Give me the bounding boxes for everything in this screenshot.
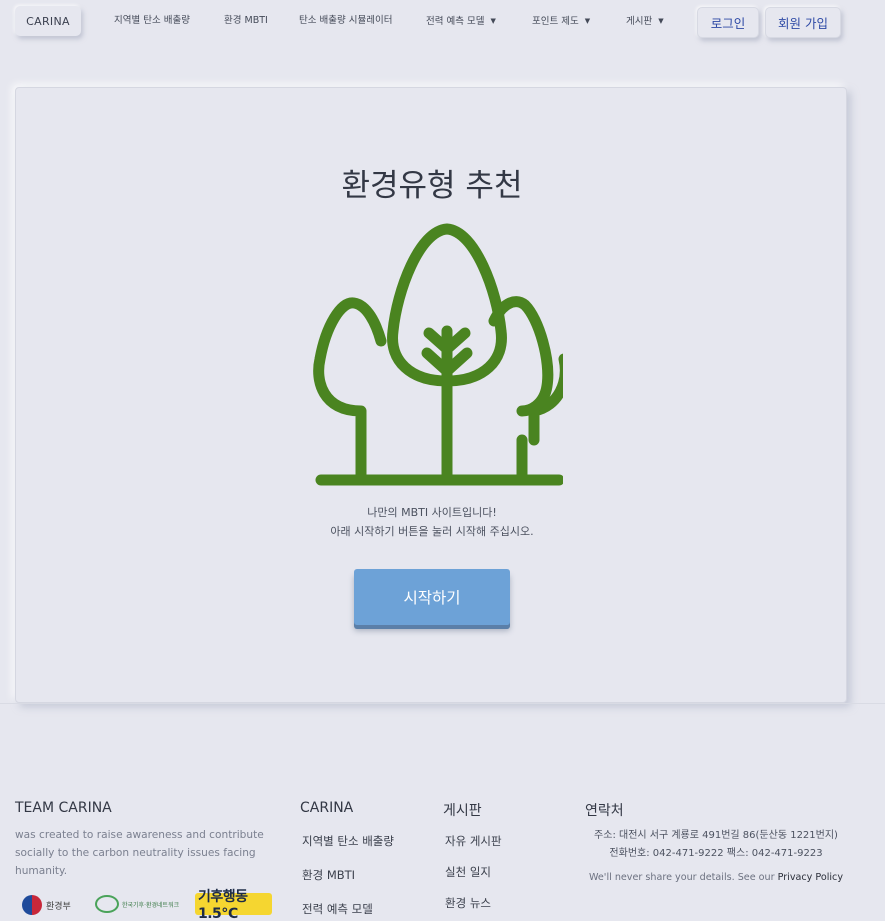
nav-item-simulator[interactable]: 탄소 배출량 시뮬레이터 (299, 14, 392, 28)
nav-item-power-model[interactable]: 전력 예측 모델 ▼ (426, 14, 496, 29)
top-navbar: CARINA 지역별 탄소 배출량 환경 MBTI 탄소 배출량 시뮬레이터 전… (0, 0, 885, 44)
footer-link-free-board[interactable]: 자유 게시판 (445, 833, 502, 849)
footer-divider (0, 703, 885, 704)
footer-link-power-model[interactable]: 전력 예측 모델 (302, 901, 373, 917)
partner-logos: 환경부 한국기후·환경네트워크 기후행동 1.5℃ (22, 889, 272, 921)
climate-action-logo: 기후행동 1.5℃ (195, 889, 272, 921)
footer-team-description: was created to raise awareness and contr… (15, 829, 264, 877)
nav-item-label: 환경 MBTI (224, 15, 268, 26)
footer-board-title: 게시판 (443, 803, 482, 819)
description-line: 아래 시작하기 버튼을 눌러 시작해 주십시오. (330, 525, 534, 538)
footer-contact-title: 연락처 (585, 803, 624, 819)
nav-item-label: 게시판 (626, 16, 653, 27)
nav-item-regional-emissions[interactable]: 지역별 탄소 배출량 (114, 14, 190, 28)
start-button[interactable]: 시작하기 (354, 569, 510, 625)
nav-item-label: 탄소 배출량 시뮬레이터 (299, 15, 393, 26)
footer-privacy: We'll never share your details. See our … (585, 872, 847, 883)
trees-icon (313, 223, 563, 486)
mbti-intro-card: 환경유형 추천 나만의 MBTI 사이트입니다! 아래 시작하기 버튼을 눌러 … (15, 87, 847, 703)
chevron-down-icon: ▼ (584, 17, 591, 25)
page-title: 환경유형 추천 (341, 168, 523, 204)
footer-carina-title: CARINA (300, 800, 354, 816)
footer-team-title: TEAM CARINA (15, 800, 112, 816)
footer-link-mbti[interactable]: 환경 MBTI (302, 867, 355, 883)
footer-link-env-news[interactable]: 환경 뉴스 (445, 895, 491, 911)
description-line: 나만의 MBTI 사이트입니다! (367, 506, 497, 519)
brand-button[interactable]: CARINA (15, 6, 81, 36)
nav-item-label: 포인트 제도 (532, 16, 579, 27)
chevron-down-icon: ▼ (490, 17, 496, 25)
privacy-prefix: We'll never share your details. See our (588, 872, 775, 883)
nav-item-mbti[interactable]: 환경 MBTI (224, 14, 268, 28)
ministry-of-environment-logo: 환경부 (22, 895, 71, 915)
logo-text: 환경부 (46, 901, 71, 912)
footer-link-regional-emissions[interactable]: 지역별 탄소 배출량 (302, 833, 394, 849)
nav-item-points[interactable]: 포인트 제도 ▼ (532, 14, 590, 29)
chevron-down-icon: ▼ (658, 17, 664, 25)
footer-address: 주소: 대전시 서구 계룡로 491번길 86(둔산동 1221번지) (594, 830, 838, 841)
nav-item-board[interactable]: 게시판 ▼ (626, 14, 664, 29)
nav-item-label: 지역별 탄소 배출량 (114, 15, 190, 26)
taegeuk-mark (22, 895, 42, 915)
signup-button[interactable]: 회원 가입 (765, 7, 841, 38)
logo-text: 한국기후·환경네트워크 (122, 901, 180, 909)
footer-phone: 전화번호: 042-471-9222 팩스: 042-471-9223 (609, 848, 823, 859)
description: 나만의 MBTI 사이트입니다! 아래 시작하기 버튼을 눌러 시작해 주십시오… (16, 503, 848, 541)
network-mark (95, 895, 119, 913)
footer-link-practice-log[interactable]: 실천 일지 (445, 864, 491, 880)
privacy-policy-link[interactable]: Privacy Policy (778, 872, 843, 883)
login-button[interactable]: 로그인 (697, 7, 759, 38)
climate-network-logo: 한국기후·환경네트워크 (95, 895, 179, 913)
nav-item-label: 전력 예측 모델 (426, 16, 485, 27)
